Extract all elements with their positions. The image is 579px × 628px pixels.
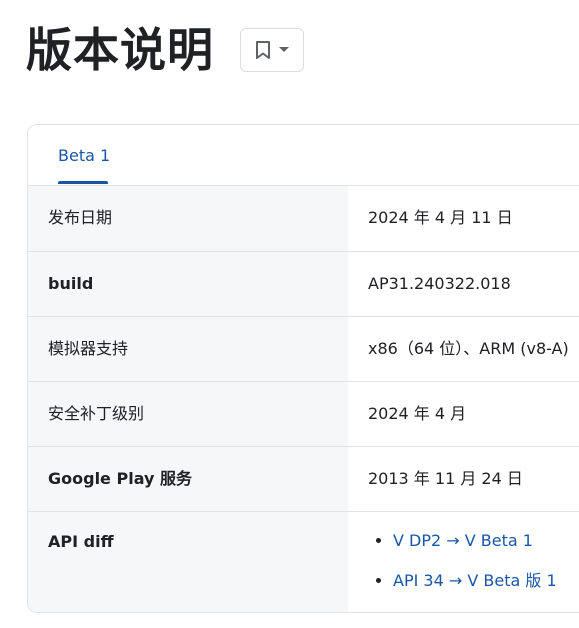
table-row: 安全补丁级别 2024 年 4 月 [28,381,579,447]
row-key-release-date: 发布日期 [28,186,348,252]
list-item: API 34 → V Beta 版 1 [393,570,579,592]
table-row: build AP31.240322.018 [28,251,579,317]
api-diff-links: V DP2 → V Beta 1 API 34 → V Beta 版 1 [368,530,579,592]
row-key-build: build [28,251,348,317]
row-value-api-diff: V DP2 → V Beta 1 API 34 → V Beta 版 1 [348,511,579,612]
page-title: 版本说明 [26,23,214,77]
release-properties-table: 发布日期 2024 年 4 月 11 日 build AP31.240322.0… [28,186,579,612]
row-value-play-services: 2013 年 11 月 24 日 [348,446,579,512]
row-value-release-date: 2024 年 4 月 11 日 [348,186,579,252]
row-key-api-diff: API diff [28,511,348,612]
active-tab-indicator [58,181,108,184]
table-row: 发布日期 2024 年 4 月 11 日 [28,186,579,252]
row-key-emulator-support: 模拟器支持 [28,316,348,382]
bookmark-button[interactable] [240,28,304,72]
caret-down-icon [279,47,289,53]
title-row: 版本说明 [26,22,304,78]
api-diff-link-api34-beta1[interactable]: API 34 → V Beta 版 1 [393,571,557,590]
tab-beta-1[interactable]: Beta 1 [58,125,110,185]
row-value-security-patch: 2024 年 4 月 [348,381,579,447]
page: 版本说明 Beta 1 发布日期 2024 年 4 月 11 日 build A… [0,0,579,628]
tab-bar: Beta 1 [28,125,579,186]
api-diff-link-dp2-beta1[interactable]: V DP2 → V Beta 1 [393,531,533,550]
row-key-play-services: Google Play 服务 [28,446,348,512]
table-row: API diff V DP2 → V Beta 1 API 34 → V Bet… [28,511,579,612]
row-value-emulator-support: x86（64 位）、ARM (v8-A) [348,316,579,382]
table-row: 模拟器支持 x86（64 位）、ARM (v8-A) [28,316,579,382]
table-row: Google Play 服务 2013 年 11 月 24 日 [28,446,579,512]
row-key-security-patch: 安全补丁级别 [28,381,348,447]
bookmark-icon [255,40,271,60]
list-item: V DP2 → V Beta 1 [393,530,579,552]
release-card: Beta 1 发布日期 2024 年 4 月 11 日 build AP31.2… [27,124,579,613]
row-value-build: AP31.240322.018 [348,251,579,317]
